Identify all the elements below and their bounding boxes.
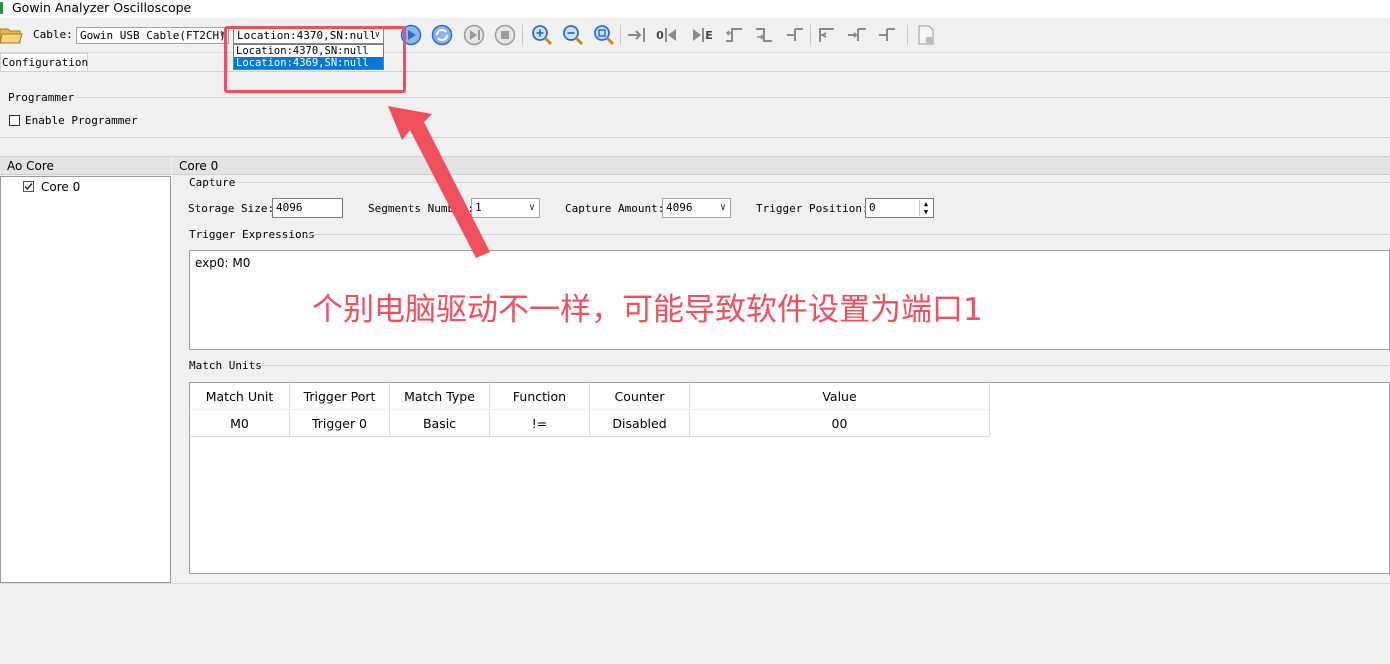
match-units-table-box: Match Unit Trigger Port Match Type Funct… [189, 382, 1390, 574]
window-title: Gowin Analyzer Oscilloscope [12, 0, 192, 15]
goto-start-icon[interactable]: 0 [655, 23, 679, 47]
column-header: Match Type [389, 383, 490, 410]
prev-fall-icon[interactable] [783, 23, 807, 47]
group-divider [76, 97, 1390, 98]
table-cell[interactable]: Trigger 0 [289, 409, 390, 437]
table-cell[interactable]: Basic [389, 409, 490, 437]
column-header: Match Unit [190, 383, 290, 410]
toolbar-separator [907, 25, 908, 45]
chevron-down-icon: ∨ [719, 202, 726, 213]
table-cell[interactable]: M0 [190, 409, 290, 437]
spinner-up-icon[interactable]: ▲ [920, 200, 932, 208]
enable-programmer-label: Enable Programmer [25, 114, 138, 127]
zoom-in-icon[interactable] [530, 23, 554, 47]
table-header-row: Match Unit Trigger Port Match Type Funct… [190, 383, 990, 410]
prev-edge-icon[interactable] [845, 23, 869, 47]
tab-divider [0, 71, 1390, 72]
export-icon[interactable] [914, 23, 938, 47]
spinner-down-icon[interactable]: ▼ [920, 208, 932, 216]
capture-amount-value: 4096 [666, 201, 693, 214]
annotation-arrow-icon [388, 106, 490, 258]
trigger-expressions-group-label: Trigger Expressions [189, 228, 315, 241]
column-header: Value [689, 383, 990, 410]
chevron-down-icon: ∨ [528, 202, 535, 213]
goto-trigger-icon[interactable] [625, 23, 649, 47]
status-divider [0, 583, 1390, 584]
cable-select-value: Gowin USB Cable(FT2CH) [80, 29, 226, 42]
column-header: Trigger Port [289, 383, 390, 410]
annotation-text: 个别电脑驱动不一样，可能导致软件设置为端口1 [312, 292, 983, 328]
toolbar-separator [810, 25, 811, 45]
cable-select[interactable]: Gowin USB Cable(FT2CH) ∨ [76, 27, 229, 44]
trigger-expression-text: exp0: M0 [195, 256, 251, 270]
step-icon[interactable] [462, 23, 486, 47]
column-header: Counter [589, 383, 690, 410]
table-cell[interactable]: 00 [689, 409, 990, 437]
storage-size-label: Storage Size: [188, 202, 275, 215]
tab-configuration[interactable]: Configuration [0, 53, 88, 72]
core-header: Core 0 [172, 156, 1390, 175]
toolbar: Cable: Gowin USB Cable(FT2CH) ∨ Location… [0, 19, 1390, 53]
toolbar-separator [522, 25, 523, 45]
title-bar: Gowin Analyzer Oscilloscope [0, 0, 1390, 18]
tree-item-core-0[interactable]: Core 0 [41, 180, 80, 194]
repeat-run-icon[interactable] [430, 23, 454, 47]
zoom-fit-icon[interactable] [592, 23, 616, 47]
highlight-box [224, 26, 406, 93]
next-fall-icon[interactable] [815, 23, 839, 47]
next-rise-icon[interactable] [752, 23, 776, 47]
ao-core-header: Ao Core [0, 156, 171, 175]
goto-zero-label: 0 [656, 28, 664, 42]
match-units-table: Match Unit Trigger Port Match Type Funct… [190, 383, 990, 437]
stop-icon[interactable] [493, 23, 517, 47]
table-cell[interactable]: Disabled [589, 409, 690, 437]
goto-end-icon[interactable]: E [690, 23, 714, 47]
capture-group-label: Capture [189, 176, 236, 189]
trigger-position-spinner[interactable]: 0 ▲ ▼ [865, 198, 934, 218]
table-cell[interactable]: != [489, 409, 590, 437]
trigger-position-label: Trigger Position: [756, 202, 869, 215]
open-folder-icon[interactable] [0, 23, 23, 47]
programmer-group-label: Programmer [8, 91, 75, 104]
app-icon [0, 2, 3, 14]
toolbar-separator [620, 25, 621, 45]
column-header: Function [489, 383, 590, 410]
core-tree: Core 0 [0, 176, 171, 583]
enable-programmer-checkbox[interactable] [9, 115, 20, 126]
match-units-group-label: Match Units [189, 359, 262, 372]
capture-amount-select[interactable]: 4096 ∨ [662, 198, 731, 218]
group-divider [258, 365, 1390, 366]
cable-label: Cable: [33, 28, 73, 41]
group-divider [0, 137, 1390, 138]
prev-rise-icon[interactable] [722, 23, 746, 47]
trigger-position-value: 0 [869, 201, 876, 214]
goto-end-label: E [705, 28, 713, 42]
zoom-out-icon[interactable] [561, 23, 585, 47]
spinner-buttons[interactable]: ▲ ▼ [919, 200, 932, 216]
storage-size-input[interactable]: 4096 [272, 198, 343, 218]
table-row[interactable]: M0 Trigger 0 Basic != Disabled 00 [190, 409, 990, 437]
next-edge-icon[interactable] [875, 23, 899, 47]
core-0-checkbox[interactable] [23, 181, 34, 192]
capture-amount-label: Capture Amount: [565, 202, 665, 215]
